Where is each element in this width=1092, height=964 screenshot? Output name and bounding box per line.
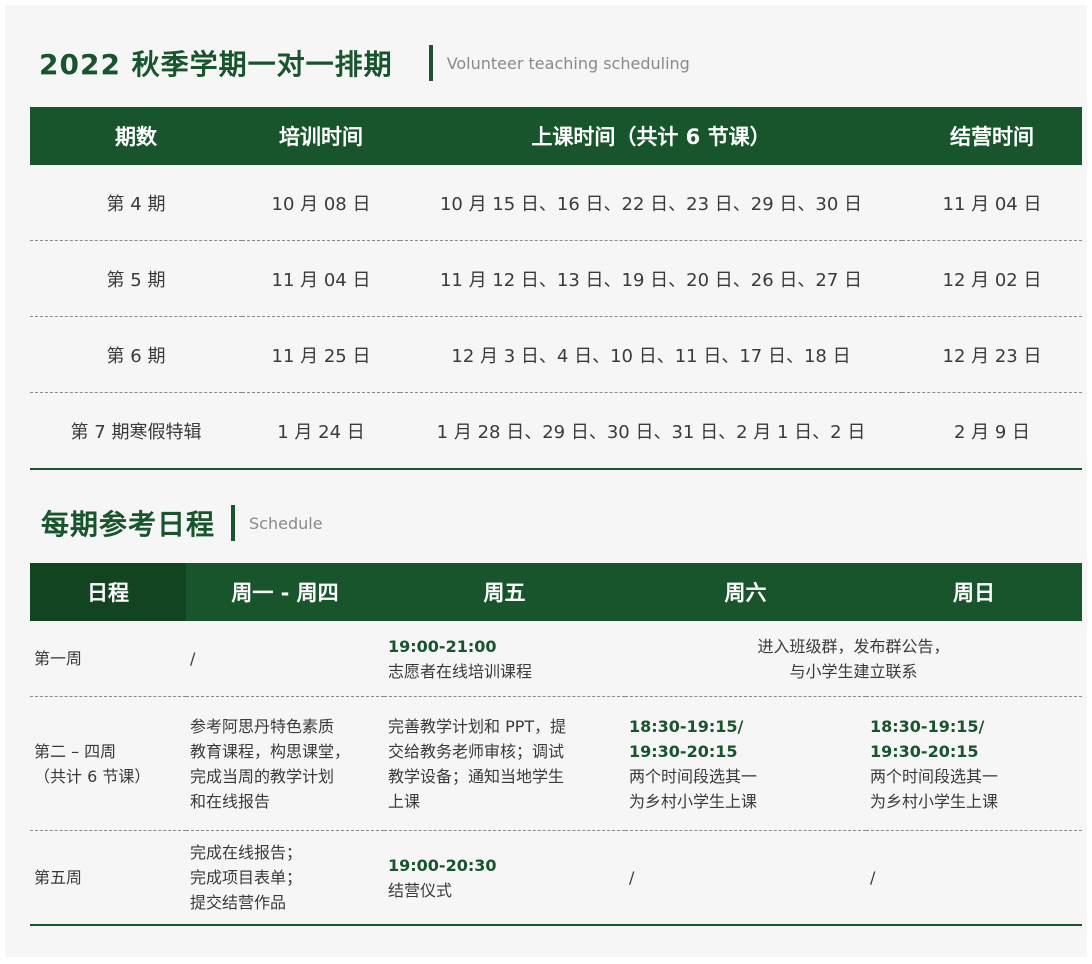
daily-schedule-section-header: 每期参考日程 Schedule xyxy=(41,501,323,545)
activity-text: 完成项目表单； xyxy=(190,868,303,887)
week-label-cell: 第五周 xyxy=(30,830,186,926)
class-dates-cell: 11 月 12 日、13 日、19 日、20 日、26 日、27 日 xyxy=(400,240,902,317)
friday-cell: 完善教学计划和 PPT，提 交给教务老师审核；调试 教学设备；通知当地学生 上课 xyxy=(384,696,625,831)
activity-text: 完善教学计划和 PPT，提 xyxy=(388,716,567,736)
activity-text: 和在线报告 xyxy=(190,791,271,811)
time-range: 18:30-19:15/ xyxy=(870,716,985,736)
table-header-row: 日程 周一 - 周四 周五 周六 周日 xyxy=(30,563,1082,621)
table-row: 第 4 期 10 月 08 日 10 月 15 日、16 日、22 日、23 日… xyxy=(30,165,1082,241)
closing-date-cell: 2 月 9 日 xyxy=(902,392,1082,470)
closing-date-cell: 12 月 23 日 xyxy=(902,316,1082,393)
training-date-cell: 1 月 24 日 xyxy=(242,392,400,470)
mon-thu-cell: / xyxy=(186,621,384,697)
activity-text: 为乡村小学生上课 xyxy=(870,791,999,811)
term-schedule-table: 期数 培训时间 上课时间（共计 6 节课） 结营时间 第 4 期 10 月 08… xyxy=(30,107,1082,470)
mon-thu-cell: 参考阿思丹特色素质 教育课程，构思课堂， 完成当周的教学计划 和在线报告 xyxy=(186,696,384,831)
activity-text: 与小学生建立联系 xyxy=(789,661,918,681)
schedule-section-header: 2022 秋季学期一对一排期 Volunteer teaching schedu… xyxy=(39,41,690,85)
activity-text: 教学设备；通知当地学生 xyxy=(388,766,565,786)
header-cell: 结营时间 xyxy=(902,107,1082,165)
table-header-row: 期数 培训时间 上课时间（共计 6 节课） 结营时间 xyxy=(30,107,1082,165)
activity-text: 两个时间段选其一 xyxy=(870,766,999,786)
training-date-cell: 11 月 04 日 xyxy=(242,240,400,317)
activity-text: 结营仪式 xyxy=(388,880,453,900)
activity-text: 为乡村小学生上课 xyxy=(629,791,758,811)
header-cell: 日程 xyxy=(30,563,186,621)
header-cell: 培训时间 xyxy=(242,107,400,165)
class-dates-cell: 1 月 28 日、29 日、30 日、31 日、2 月 1 日、2 日 xyxy=(400,392,902,470)
mon-thu-cell: 完成在线报告； 完成项目表单； 提交结营作品 xyxy=(186,830,384,926)
weekend-cell: 进入班级群，发布群公告， 与小学生建立联系 xyxy=(625,621,1082,697)
term-cell: 第 6 期 xyxy=(30,316,242,393)
week-label: 第二 – 四周 xyxy=(34,741,117,761)
class-dates-cell: 12 月 3 日、4 日、10 日、11 日、17 日、18 日 xyxy=(400,316,902,393)
section-title: 每期参考日程 xyxy=(41,508,216,541)
saturday-cell: / xyxy=(625,830,866,926)
closing-date-cell: 11 月 04 日 xyxy=(902,165,1082,241)
activity-text: 志愿者在线培训课程 xyxy=(388,661,533,681)
table-row: 第 7 期寒假特辑 1 月 24 日 1 月 28 日、29 日、30 日、31… xyxy=(30,392,1082,470)
header-cell: 周一 - 周四 xyxy=(186,563,384,621)
activity-text: 两个时间段选其一 xyxy=(629,766,758,786)
title-divider xyxy=(428,45,433,81)
sunday-cell: 18:30-19:15/ 19:30-20:15 两个时间段选其一 为乡村小学生… xyxy=(866,696,1082,831)
activity-text: 参考阿思丹特色素质 xyxy=(190,716,335,736)
class-dates-cell: 10 月 15 日、16 日、22 日、23 日、29 日、30 日 xyxy=(400,165,902,241)
friday-cell: 19:00-21:00 志愿者在线培训课程 xyxy=(384,621,625,697)
activity-text: 提交结营作品 xyxy=(190,893,287,912)
table-row: 第二 – 四周 （共计 6 节课） 参考阿思丹特色素质 教育课程，构思课堂， 完… xyxy=(30,696,1082,831)
week-note: （共计 6 节课） xyxy=(34,766,151,786)
section-subtitle: Schedule xyxy=(249,513,323,533)
training-date-cell: 10 月 08 日 xyxy=(242,165,400,241)
activity-text: 交给教务老师审核；调试 xyxy=(388,741,565,761)
time-range: 19:00-21:00 xyxy=(388,636,497,656)
title-divider xyxy=(231,505,236,541)
table-row: 第 6 期 11 月 25 日 12 月 3 日、4 日、10 日、11 日、1… xyxy=(30,316,1082,393)
table-row: 第一周 / 19:00-21:00 志愿者在线培训课程 进入班级群，发布群公告，… xyxy=(30,621,1082,697)
training-date-cell: 11 月 25 日 xyxy=(242,316,400,393)
activity-text: 教育课程，构思课堂， xyxy=(190,741,351,761)
time-range: 19:30-20:15 xyxy=(870,741,979,761)
header-cell: 上课时间（共计 6 节课） xyxy=(400,107,902,165)
term-cell: 第 4 期 xyxy=(30,165,242,241)
closing-date-cell: 12 月 02 日 xyxy=(902,240,1082,317)
header-cell: 期数 xyxy=(30,107,242,165)
activity-text: 完成当周的教学计划 xyxy=(190,766,335,786)
week-label-cell: 第一周 xyxy=(30,621,186,697)
section-title: 2022 秋季学期一对一排期 xyxy=(39,48,393,81)
header-cell: 周五 xyxy=(384,563,625,621)
time-range: 19:00-20:30 xyxy=(388,855,497,875)
header-cell: 周日 xyxy=(866,563,1082,621)
time-range: 18:30-19:15/ xyxy=(629,716,744,736)
table-row: 第五周 完成在线报告； 完成项目表单； 提交结营作品 19:00-20:30 结… xyxy=(30,830,1082,926)
activity-text: 上课 xyxy=(388,791,421,811)
week-label-cell: 第二 – 四周 （共计 6 节课） xyxy=(30,696,186,831)
term-cell: 第 7 期寒假特辑 xyxy=(30,392,242,470)
term-cell: 第 5 期 xyxy=(30,240,242,317)
table-row: 第 5 期 11 月 04 日 11 月 12 日、13 日、19 日、20 日… xyxy=(30,240,1082,317)
section-subtitle: Volunteer teaching scheduling xyxy=(446,53,690,73)
activity-text: 进入班级群，发布群公告， xyxy=(757,636,950,656)
sunday-cell: / xyxy=(866,830,1082,926)
weekly-schedule-table: 日程 周一 - 周四 周五 周六 周日 第一周 / 19:00-21:00 志愿… xyxy=(30,563,1082,926)
time-range: 19:30-20:15 xyxy=(629,741,738,761)
page: 2022 秋季学期一对一排期 Volunteer teaching schedu… xyxy=(5,5,1087,957)
saturday-cell: 18:30-19:15/ 19:30-20:15 两个时间段选其一 为乡村小学生… xyxy=(625,696,866,831)
activity-text: 完成在线报告； xyxy=(190,843,303,862)
friday-cell: 19:00-20:30 结营仪式 xyxy=(384,830,625,926)
header-cell: 周六 xyxy=(625,563,866,621)
